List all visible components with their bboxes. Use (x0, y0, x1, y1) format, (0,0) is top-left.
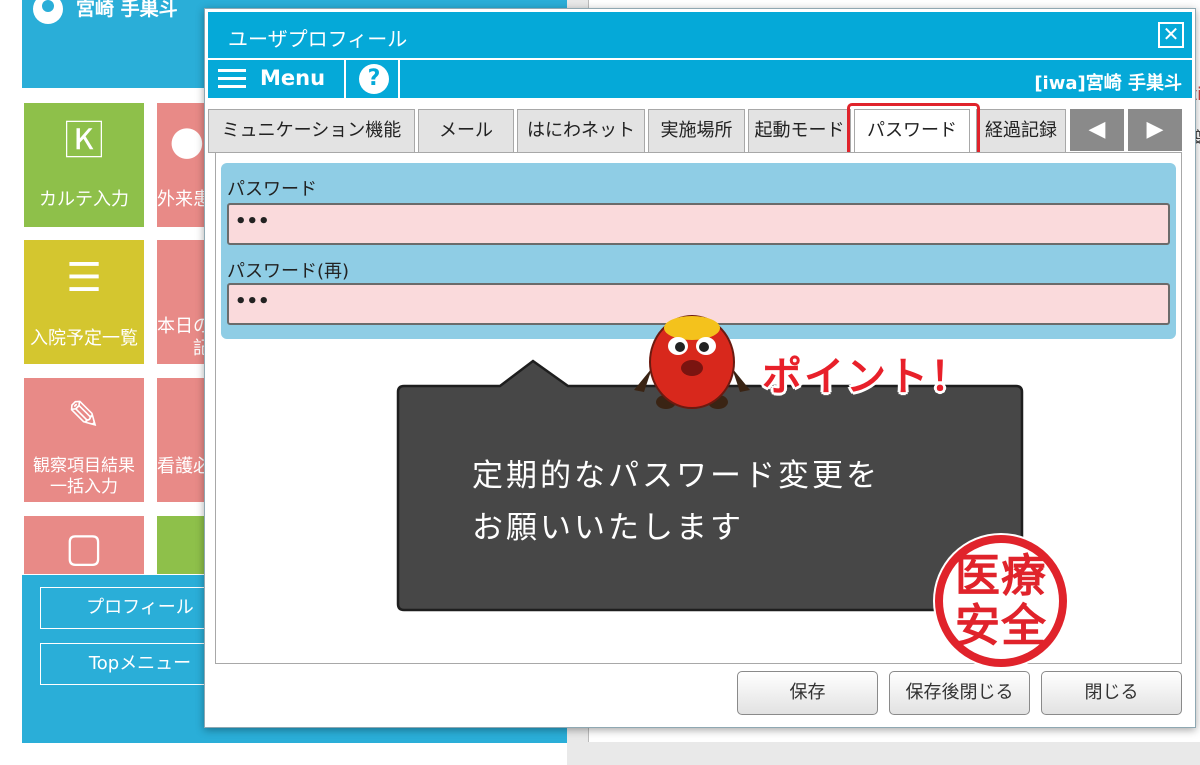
tile-monitor[interactable]: ▢ (24, 516, 144, 574)
tab-prev-icon[interactable]: ◀ (1070, 109, 1124, 151)
save-button[interactable]: 保存 (737, 671, 878, 715)
clipboard-pen-icon: ✎ (67, 393, 101, 439)
user-profile-dialog: ユーザプロフィール ✕ Menu ? [iwa]宮崎 手巣斗 ミュニケーション機… (204, 8, 1196, 728)
menu-label: Menu (260, 66, 326, 90)
tile-label: 入院予定一覧 (30, 328, 138, 349)
dialog-titlebar: ユーザプロフィール ✕ (208, 12, 1192, 58)
tab-startup-mode[interactable]: 起動モード (748, 109, 851, 153)
tab-bar: ミュニケーション機能 メール はにわネット 実施場所 起動モード パスワード 経… (208, 103, 1192, 160)
close-button[interactable]: 閉じる (1041, 671, 1182, 715)
tile-admission-schedule[interactable]: ☰ 入院予定一覧 (24, 240, 144, 364)
password-confirm-input[interactable]: ••• (227, 283, 1170, 325)
tile-observation-bulk-input[interactable]: ✎ 観察項目結果 一括入力 (24, 378, 144, 502)
close-icon[interactable]: ✕ (1158, 22, 1184, 48)
karte-icon: 🄺 (64, 118, 104, 164)
tile-karte-input[interactable]: 🄺 カルテ入力 (24, 103, 144, 227)
header-user-name: 宮崎 手巣斗 (76, 0, 178, 20)
dialog-menubar: Menu ? [iwa]宮崎 手巣斗 (208, 60, 1192, 98)
password-label: パスワード (227, 179, 317, 200)
menu-button[interactable]: Menu (208, 60, 346, 98)
password-form: パスワード ••• パスワード(再) ••• (221, 163, 1176, 339)
tab-progress-record[interactable]: 経過記録 (976, 109, 1066, 153)
patient-bed-icon: ☰ (66, 255, 102, 301)
tab-haniwa-net[interactable]: はにわネット (517, 109, 645, 153)
tab-next-icon[interactable]: ▶ (1128, 109, 1182, 151)
tab-mail[interactable]: メール (418, 109, 514, 153)
logged-in-user: [iwa]宮崎 手巣斗 (1034, 73, 1182, 94)
password-panel: パスワード ••• パスワード(再) ••• (215, 152, 1182, 664)
hamburger-icon (218, 69, 246, 89)
save-and-close-button[interactable]: 保存後閉じる (889, 671, 1030, 715)
tile-label: カルテ入力 (39, 189, 129, 210)
dialog-title: ユーザプロフィール (228, 27, 408, 51)
help-button[interactable]: ? (348, 60, 400, 98)
password-input[interactable]: ••• (227, 203, 1170, 245)
tab-communication[interactable]: ミュニケーション機能 (208, 109, 415, 153)
tile-label: 観察項目結果 一括入力 (33, 456, 135, 497)
password-confirm-label: パスワード(再) (227, 261, 350, 282)
monitor-icon: ▢ (65, 525, 103, 571)
tab-location[interactable]: 実施場所 (648, 109, 745, 153)
help-icon: ? (359, 64, 389, 94)
